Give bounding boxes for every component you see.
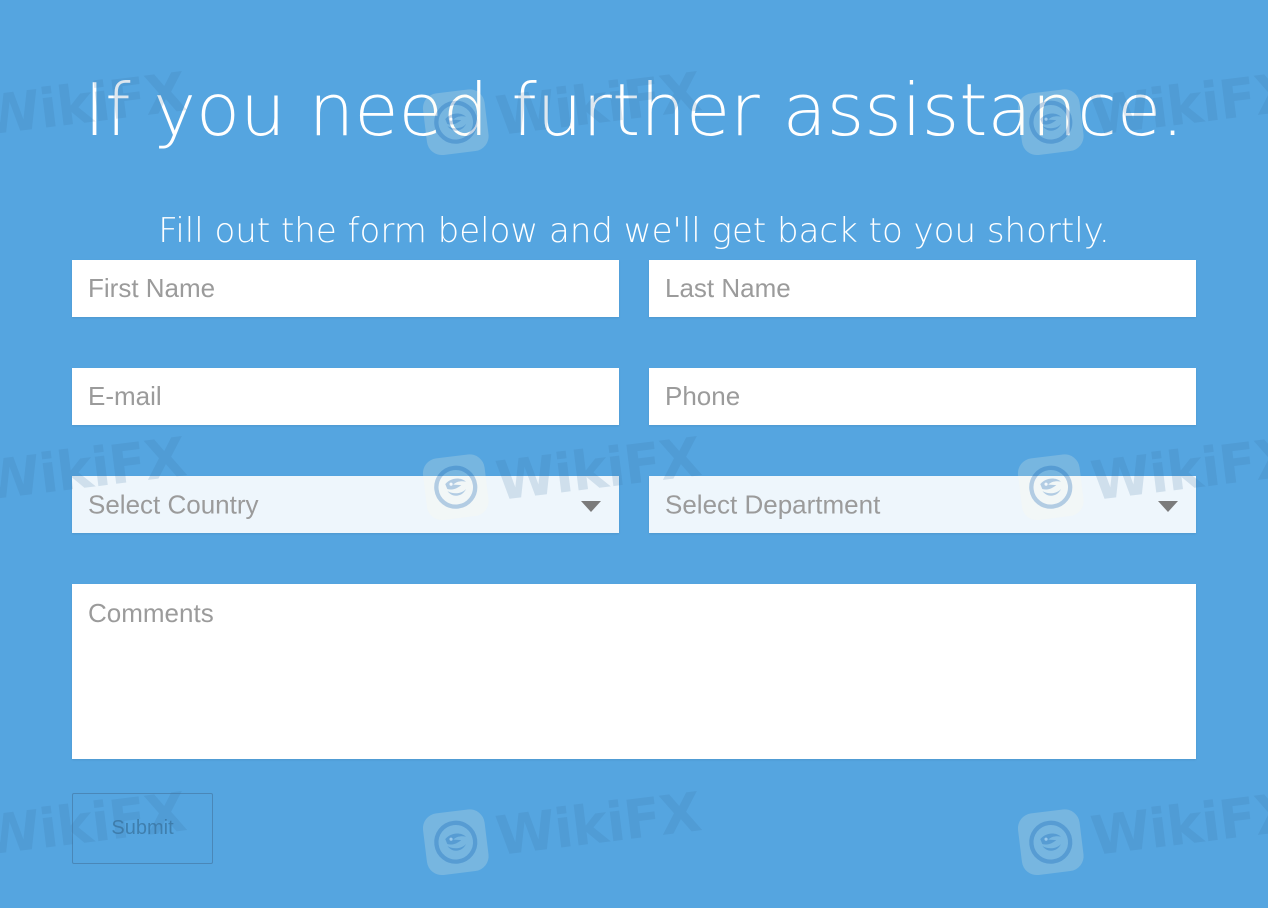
last-name-input[interactable] xyxy=(649,260,1196,317)
field-group-department: Select Department xyxy=(649,476,1196,533)
contact-page: If you need further assistance. Fill out… xyxy=(0,0,1268,908)
form-row-selects: Select Country Select Department xyxy=(72,476,1196,533)
form-row-contact xyxy=(72,368,1196,425)
page-subtitle: Fill out the form below and we'll get ba… xyxy=(158,211,1110,251)
field-group-email xyxy=(72,368,619,425)
department-select[interactable]: Select Department xyxy=(649,476,1196,533)
first-name-input[interactable] xyxy=(72,260,619,317)
contact-form: Select Country Select Department Submit xyxy=(72,260,1196,864)
field-group-phone xyxy=(649,368,1196,425)
country-select[interactable]: Select Country xyxy=(72,476,619,533)
department-select-box[interactable] xyxy=(649,476,1196,533)
email-input[interactable] xyxy=(72,368,619,425)
submit-button[interactable]: Submit xyxy=(72,793,213,864)
field-group-comments xyxy=(72,584,1196,759)
phone-input[interactable] xyxy=(649,368,1196,425)
form-row-name xyxy=(72,260,1196,317)
field-group-country: Select Country xyxy=(72,476,619,533)
comments-textarea[interactable] xyxy=(72,584,1196,759)
page-title: If you need further assistance. xyxy=(83,68,1185,153)
field-group-last-name xyxy=(649,260,1196,317)
country-select-box[interactable] xyxy=(72,476,619,533)
field-group-first-name xyxy=(72,260,619,317)
